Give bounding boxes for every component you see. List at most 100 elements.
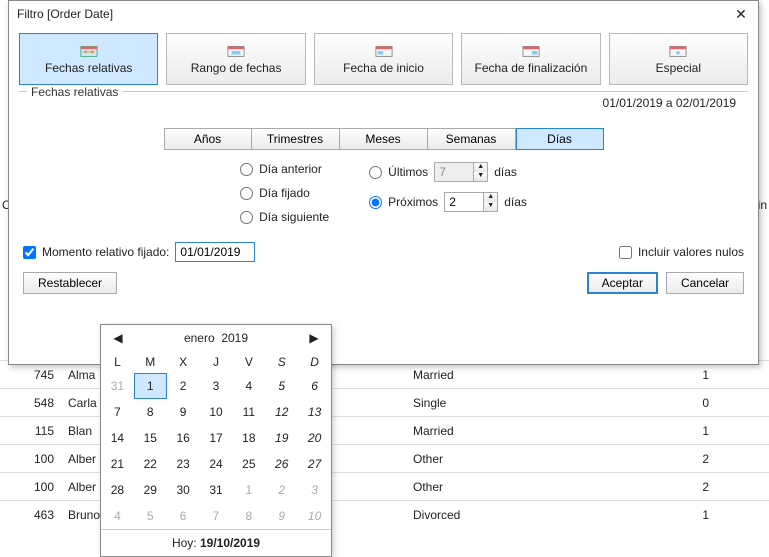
cal-day[interactable]: 6 <box>298 373 331 399</box>
radio-upcoming-input[interactable] <box>369 196 382 209</box>
relative-options: Día anterior Día fijado Día siguiente Úl… <box>27 162 740 224</box>
cal-day[interactable]: 1 <box>232 477 265 503</box>
cal-day[interactable]: 28 <box>101 477 134 503</box>
cal-day[interactable]: 12 <box>265 399 298 425</box>
cal-day[interactable]: 15 <box>134 425 167 451</box>
unit-weeks[interactable]: Semanas <box>428 128 516 150</box>
cal-next-month[interactable]: ▶ <box>307 331 321 345</box>
cal-dow: X <box>167 351 200 373</box>
cal-day[interactable]: 21 <box>101 451 134 477</box>
unit-months[interactable]: Meses <box>340 128 428 150</box>
cal-day[interactable]: 29 <box>134 477 167 503</box>
unit-days[interactable]: Días <box>516 128 604 150</box>
tab-end-date[interactable]: Fecha de finalización <box>461 33 600 85</box>
radio-last-input[interactable] <box>369 166 382 179</box>
unit-suffix: días <box>494 165 517 179</box>
tab-start-date[interactable]: Fecha de inicio <box>314 33 453 85</box>
cal-day[interactable]: 25 <box>232 451 265 477</box>
include-nulls-label: Incluir valores nulos <box>638 245 744 259</box>
cal-day[interactable]: 18 <box>232 425 265 451</box>
spin-down[interactable]: ▼ <box>483 202 497 211</box>
cal-day[interactable]: 9 <box>167 399 200 425</box>
dialog-title: Filtro [Order Date] <box>17 7 113 21</box>
unit-buttons: Años Trimestres Meses Semanas Días <box>27 128 740 150</box>
radio-next-day[interactable]: Día siguiente <box>240 210 329 224</box>
tab-label: Especial <box>656 61 701 75</box>
cal-day[interactable]: 13 <box>298 399 331 425</box>
date-picker-popup: ◀ enero 2019 ▶ LMXJVSD311234567891011121… <box>100 324 332 557</box>
cal-day[interactable]: 19 <box>265 425 298 451</box>
cell-status: Other <box>407 452 647 466</box>
tab-relative-dates[interactable]: Fechas relativas <box>19 33 158 85</box>
cal-day[interactable]: 2 <box>167 373 200 399</box>
cal-day[interactable]: 4 <box>232 373 265 399</box>
cal-day[interactable]: 7 <box>101 399 134 425</box>
cal-day[interactable]: 8 <box>232 503 265 529</box>
spin-up: ▲ <box>473 163 487 172</box>
cal-day[interactable]: 24 <box>200 451 233 477</box>
cal-day[interactable]: 14 <box>101 425 134 451</box>
upcoming-n-value[interactable] <box>445 193 483 211</box>
cal-day[interactable]: 31 <box>200 477 233 503</box>
anchor-checkbox[interactable]: Momento relativo fijado: <box>23 242 255 262</box>
anchor-label: Momento relativo fijado: <box>42 245 169 259</box>
cal-day[interactable]: 26 <box>265 451 298 477</box>
radio-fixed-day[interactable]: Día fijado <box>240 186 329 200</box>
cal-today-link[interactable]: Hoy: 19/10/2019 <box>101 529 331 556</box>
cal-day[interactable]: 5 <box>134 503 167 529</box>
cal-day[interactable]: 11 <box>232 399 265 425</box>
anchor-checkbox-input[interactable] <box>23 246 36 259</box>
cal-month: enero <box>184 331 215 345</box>
cal-day[interactable]: 5 <box>265 373 298 399</box>
unit-years[interactable]: Años <box>164 128 252 150</box>
anchor-date-input[interactable] <box>175 242 255 262</box>
cancel-button[interactable]: Cancelar <box>666 272 744 294</box>
cal-day[interactable]: 1 <box>134 373 167 399</box>
tab-special[interactable]: Especial <box>609 33 748 85</box>
cal-day[interactable]: 9 <box>265 503 298 529</box>
cal-day[interactable]: 3 <box>200 373 233 399</box>
cal-day[interactable]: 20 <box>298 425 331 451</box>
cal-day[interactable]: 23 <box>167 451 200 477</box>
unit-quarters[interactable]: Trimestres <box>252 128 340 150</box>
cal-prev-month[interactable]: ◀ <box>111 331 125 345</box>
cal-day[interactable]: 10 <box>298 503 331 529</box>
cal-day[interactable]: 16 <box>167 425 200 451</box>
cell-count: 2 <box>647 480 769 494</box>
cal-day[interactable]: 8 <box>134 399 167 425</box>
cal-dow: V <box>232 351 265 373</box>
cal-day[interactable]: 4 <box>101 503 134 529</box>
cal-month-year[interactable]: enero 2019 <box>184 331 248 345</box>
radio-upcoming-n[interactable]: Próximos ▲▼ días <box>369 192 527 212</box>
last-n-spinner: ▲▼ <box>434 162 488 182</box>
reset-button[interactable]: Restablecer <box>23 272 117 294</box>
cal-day[interactable]: 17 <box>200 425 233 451</box>
ok-button[interactable]: Aceptar <box>587 272 658 294</box>
radio-prev-input[interactable] <box>240 163 253 176</box>
include-nulls-input[interactable] <box>619 246 632 259</box>
include-nulls-checkbox[interactable]: Incluir valores nulos <box>619 245 744 259</box>
tab-label: Rango de fechas <box>191 61 282 75</box>
cal-day[interactable]: 3 <box>298 477 331 503</box>
radio-next-input[interactable] <box>240 211 253 224</box>
upcoming-n-spinner[interactable]: ▲▼ <box>444 192 498 212</box>
spin-up[interactable]: ▲ <box>483 193 497 202</box>
cal-day[interactable]: 6 <box>167 503 200 529</box>
cal-day[interactable]: 10 <box>200 399 233 425</box>
special-icon <box>669 44 687 58</box>
cal-day[interactable]: 30 <box>167 477 200 503</box>
tab-date-range[interactable]: Rango de fechas <box>166 33 305 85</box>
cal-dow: S <box>265 351 298 373</box>
close-button[interactable]: ✕ <box>730 4 752 24</box>
cal-day[interactable]: 27 <box>298 451 331 477</box>
radio-fixed-input[interactable] <box>240 187 253 200</box>
spin-down: ▼ <box>473 172 487 181</box>
cal-today-date: 19/10/2019 <box>200 536 260 550</box>
cal-day[interactable]: 22 <box>134 451 167 477</box>
radio-label: Día siguiente <box>259 210 329 224</box>
cal-day[interactable]: 2 <box>265 477 298 503</box>
cal-day[interactable]: 31 <box>101 373 134 399</box>
radio-last-n[interactable]: Últimos ▲▼ días <box>369 162 527 182</box>
cal-day[interactable]: 7 <box>200 503 233 529</box>
radio-prev-day[interactable]: Día anterior <box>240 162 329 176</box>
